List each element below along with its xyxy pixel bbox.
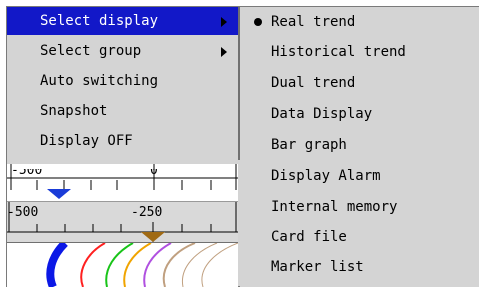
selected-dot-icon	[254, 18, 262, 26]
submenu-item-card-file[interactable]: Card file	[240, 222, 479, 252]
upper-scale-marker	[47, 189, 71, 199]
trend-scale-upper: -500 0	[7, 164, 238, 202]
submenu-item-bar-graph[interactable]: Bar graph	[240, 130, 479, 160]
lower-scale-ticks	[7, 202, 238, 242]
submenu-item-label: Bar graph	[271, 137, 347, 153]
menu-item-label: Auto switching	[40, 73, 159, 89]
submenu-item-label: Dual trend	[271, 75, 356, 91]
menu-item-snapshot[interactable]: Snapshot	[7, 97, 238, 125]
trend-pen-lines	[46, 243, 238, 287]
submenu-item-internal-memory[interactable]: Internal memory	[240, 192, 479, 222]
menu-item-display-off[interactable]: Display OFF	[7, 127, 238, 155]
submenu-item-real-trend[interactable]: Real trend	[240, 7, 479, 37]
trend-scale-lower: -500 -250	[7, 202, 238, 243]
submenu-item-label: Real trend	[271, 14, 356, 30]
submenu-item-dual-trend[interactable]: Dual trend	[240, 68, 479, 98]
menu-item-select-display[interactable]: Select display	[7, 7, 238, 35]
menu-item-auto-switching[interactable]: Auto switching	[7, 67, 238, 95]
submenu-arrow-icon	[221, 17, 227, 27]
menu-item-select-group[interactable]: Select group	[7, 37, 238, 65]
submenu-item-label: Internal memory	[271, 199, 398, 215]
submenu-item-historical-trend[interactable]: Historical trend	[240, 37, 479, 67]
menu-item-label: Snapshot	[40, 103, 108, 119]
menu-item-label: Display OFF	[40, 133, 133, 149]
submenu-item-label: Card file	[271, 229, 347, 245]
lower-scale-marker	[141, 232, 165, 242]
submenu-item-label: Historical trend	[271, 44, 406, 60]
main-menu: Select display Select group Auto switchi…	[7, 7, 240, 160]
submenu-item-label: Marker list	[271, 259, 364, 275]
select-display-submenu: Real trend Historical trend Dual trend D…	[240, 7, 479, 287]
menu-item-label: Select display	[40, 13, 159, 29]
trend-plot-area	[7, 243, 238, 287]
submenu-arrow-icon	[221, 47, 227, 57]
submenu-item-label: Data Display	[271, 106, 373, 122]
submenu-item-label: Display Alarm	[271, 168, 381, 184]
submenu-item-marker-list[interactable]: Marker list	[240, 252, 479, 282]
menu-item-label: Select group	[40, 43, 142, 59]
submenu-item-data-display[interactable]: Data Display	[240, 99, 479, 129]
submenu-item-display-alarm[interactable]: Display Alarm	[240, 161, 479, 191]
